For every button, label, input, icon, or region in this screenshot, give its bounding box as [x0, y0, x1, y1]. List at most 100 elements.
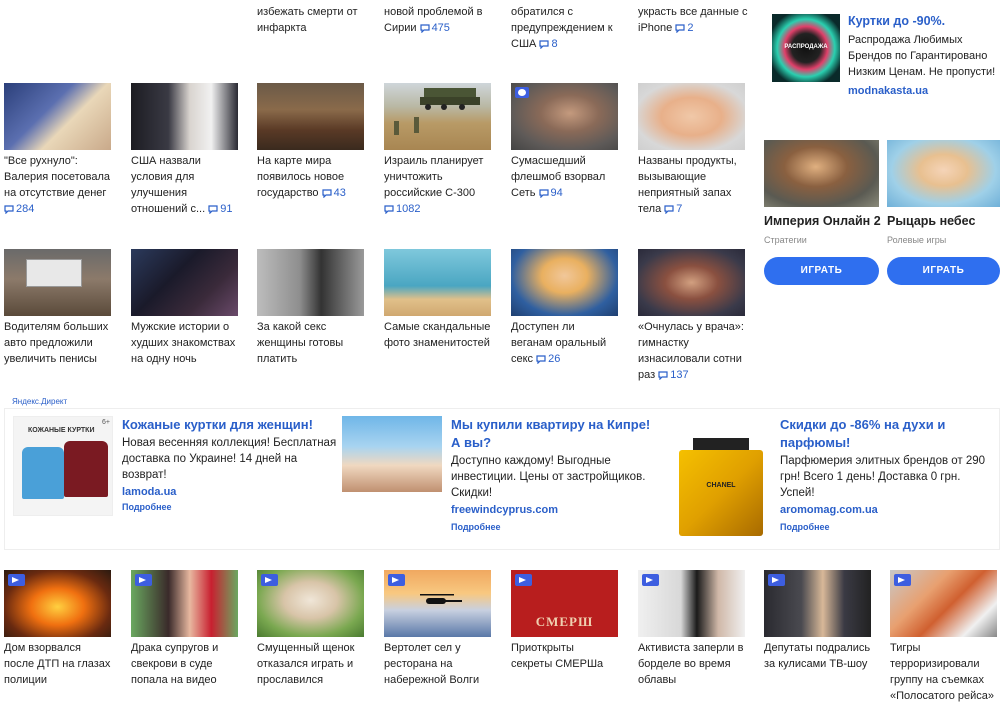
sidebar-ad[interactable]: РАСПРОДАЖА Куртки до -90%. Распродажа Лю… [772, 6, 998, 118]
news-thumbnail[interactable] [131, 249, 238, 316]
video-icon [388, 574, 405, 586]
news-title[interactable]: За какой секс женщины готовы платить [257, 319, 364, 367]
news-title[interactable]: Мужские истории о худших знакомствах на … [131, 319, 238, 367]
comments-count[interactable]: 475 [419, 22, 450, 34]
game-name[interactable]: Рыцарь небес [887, 214, 975, 228]
news-title[interactable]: «Очнулась у врача»: гимнастку изнасилова… [638, 319, 745, 383]
news-thumbnail[interactable] [4, 83, 111, 150]
news-title[interactable]: Самые скандальные фото знаменитостей [384, 319, 491, 351]
smersh-caption: СМЕРШ [535, 614, 594, 629]
comments-count[interactable]: 94 [538, 187, 563, 199]
video-icon [135, 574, 152, 586]
direct-ad-title[interactable]: Мы купили квартиру на Кипре! А вы? [451, 416, 661, 452]
direct-ad-image[interactable]: CHANEL [671, 416, 771, 540]
video-title[interactable]: Приоткрыты секреты СМЕРШа [511, 640, 618, 672]
video-title[interactable]: Дом взорвался после ДТП на глазах полици… [4, 640, 111, 688]
news-title[interactable]: "Все рухнуло": Валерия посетовала на отс… [4, 153, 111, 217]
comments-count[interactable]: 43 [322, 187, 346, 199]
news-thumbnail[interactable] [131, 83, 238, 150]
sale-badge: РАСПРОДАЖА [784, 44, 828, 50]
video-title[interactable]: Драка супругов и свекрови в суде попала … [131, 640, 238, 688]
news-card[interactable]: избежать смерти от инфаркта [257, 4, 367, 36]
news-thumbnail[interactable] [257, 249, 364, 316]
news-title[interactable]: украсть все данные с iPhone 2 [638, 4, 748, 36]
direct-ad-text: Новая весенняя коллекция! Бесплатная дос… [122, 437, 337, 481]
direct-ad-title[interactable]: Кожаные куртки для женщин! [122, 416, 337, 434]
news-title[interactable]: Названы продукты, вызывающие неприятный … [638, 153, 745, 217]
more-link[interactable]: Подробнее [451, 522, 661, 532]
video-title[interactable]: Смущенный щенок отказался играть и просл… [257, 640, 364, 688]
news-title[interactable]: избежать смерти от инфаркта [257, 4, 367, 36]
more-link[interactable]: Подробнее [780, 522, 996, 532]
ad-image-caption: CHANEL [706, 482, 736, 489]
video-icon [768, 574, 785, 586]
comment-icon [384, 205, 394, 215]
news-thumbnail[interactable] [511, 249, 618, 316]
video-title[interactable]: Активиста заперли в борделе во время обл… [638, 640, 745, 688]
game-name[interactable]: Империя Онлайн 2 [764, 214, 881, 228]
video-title[interactable]: Депутаты подрались за кулисами ТВ-шоу [764, 640, 871, 672]
comments-count[interactable]: 137 [658, 369, 689, 381]
sidebar-ad-image[interactable]: РАСПРОДАЖА [772, 14, 840, 82]
comment-icon [322, 189, 332, 199]
comment-icon [208, 205, 218, 215]
game-genre: Стратегии [764, 235, 807, 245]
comment-icon [664, 205, 674, 215]
direct-ad-domain[interactable]: freewindcyprus.com [451, 504, 661, 516]
video-title[interactable]: Вертолет сел у ресторана на набережной В… [384, 640, 491, 688]
news-title[interactable]: Сумасшедший флешмоб взорвал Сеть 94 [511, 153, 618, 201]
comments-count[interactable]: 1082 [384, 203, 420, 215]
news-title[interactable]: Доступен ли веганам оральный секс 26 [511, 319, 618, 367]
direct-ad-text: Парфюмерия элитных брендов от 290 грн! В… [780, 455, 986, 499]
video-icon [642, 574, 659, 586]
comments-count[interactable]: 26 [536, 353, 560, 365]
news-title[interactable]: На карте мира появилось новое государств… [257, 153, 364, 201]
news-thumbnail[interactable] [384, 83, 491, 150]
direct-block: КОЖАНЫЕ КУРТКИ 6+ Кожаные куртки для жен… [4, 408, 1000, 550]
sidebar-ad-title[interactable]: Куртки до -90%. [848, 13, 998, 29]
news-thumbnail[interactable] [638, 249, 745, 316]
direct-ad-domain[interactable]: aromomag.com.ua [780, 504, 996, 516]
game-genre: Ролевые игры [887, 235, 947, 245]
news-title[interactable]: новой проблемой в Сирии 475 [384, 4, 494, 36]
comments-count[interactable]: 2 [675, 22, 693, 34]
ad-image-caption: КОЖАНЫЕ КУРТКИ [28, 427, 95, 434]
video-icon [261, 574, 278, 586]
news-card[interactable]: обратился с предупреждением к США 8 [511, 4, 621, 52]
news-thumbnail[interactable] [384, 249, 491, 316]
comments-count[interactable]: 91 [208, 203, 232, 215]
news-thumbnail[interactable] [4, 249, 111, 316]
military-vehicle-icon [394, 88, 480, 135]
comments-count[interactable]: 7 [664, 203, 682, 215]
news-title[interactable]: Водителям больших авто предложили увелич… [4, 319, 111, 367]
news-title[interactable]: обратился с предупреждением к США 8 [511, 4, 621, 52]
direct-ad-image[interactable]: КОЖАНЫЕ КУРТКИ 6+ [13, 416, 113, 516]
video-title[interactable]: Тигры терроризировали группу на съемках … [890, 640, 997, 702]
age-badge: 6+ [102, 419, 110, 426]
more-link[interactable]: Подробнее [122, 502, 337, 512]
game-thumbnail[interactable] [887, 140, 1000, 207]
news-title[interactable]: Израиль планирует уничтожить российские … [384, 153, 491, 217]
comments-count[interactable]: 8 [539, 38, 558, 50]
comment-icon [538, 189, 549, 199]
direct-ad-image[interactable] [342, 416, 442, 492]
news-thumbnail[interactable] [257, 83, 364, 150]
news-card[interactable]: украсть все данные с iPhone 2 [638, 4, 748, 36]
news-thumbnail[interactable] [638, 83, 745, 150]
sidebar-ad-domain[interactable]: modnakasta.ua [848, 85, 998, 97]
news-title[interactable]: США назвали условия для улучшения отноше… [131, 153, 238, 217]
video-icon [8, 574, 25, 586]
comment-icon [536, 355, 546, 365]
video-icon [894, 574, 911, 586]
news-card[interactable]: новой проблемой в Сирии 475 [384, 4, 494, 36]
yandex-direct-label[interactable]: Яндекс.Директ [12, 397, 67, 406]
comment-icon [658, 371, 668, 381]
direct-ad-title[interactable]: Скидки до -86% на духи и парфюмы! [780, 416, 996, 452]
comments-count[interactable]: 284 [4, 203, 34, 215]
play-button[interactable]: ИГРАТЬ [764, 257, 879, 285]
game-thumbnail[interactable] [764, 140, 879, 207]
camera-icon [515, 87, 529, 98]
play-button[interactable]: ИГРАТЬ [887, 257, 1000, 285]
direct-ad-domain[interactable]: lamoda.ua [122, 486, 337, 498]
video-icon [515, 574, 532, 586]
